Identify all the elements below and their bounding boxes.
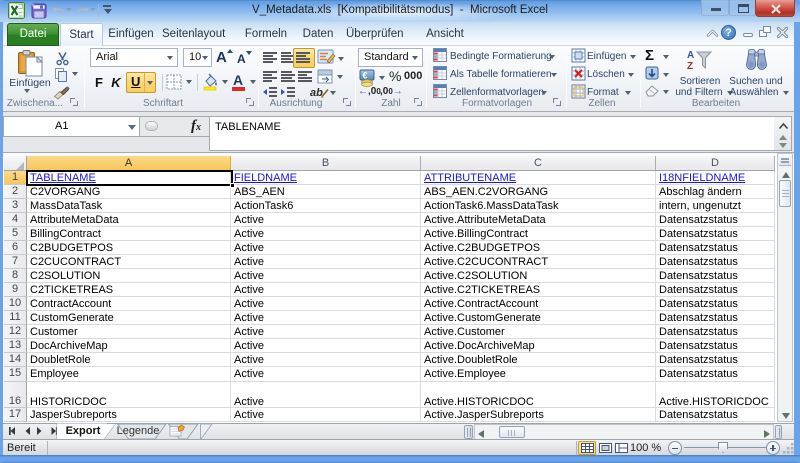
svg-text:ab: ab	[310, 87, 323, 99]
svg-text:A: A	[687, 50, 694, 61]
svg-text:€: €	[363, 71, 368, 81]
svg-text:Z: Z	[687, 61, 693, 72]
